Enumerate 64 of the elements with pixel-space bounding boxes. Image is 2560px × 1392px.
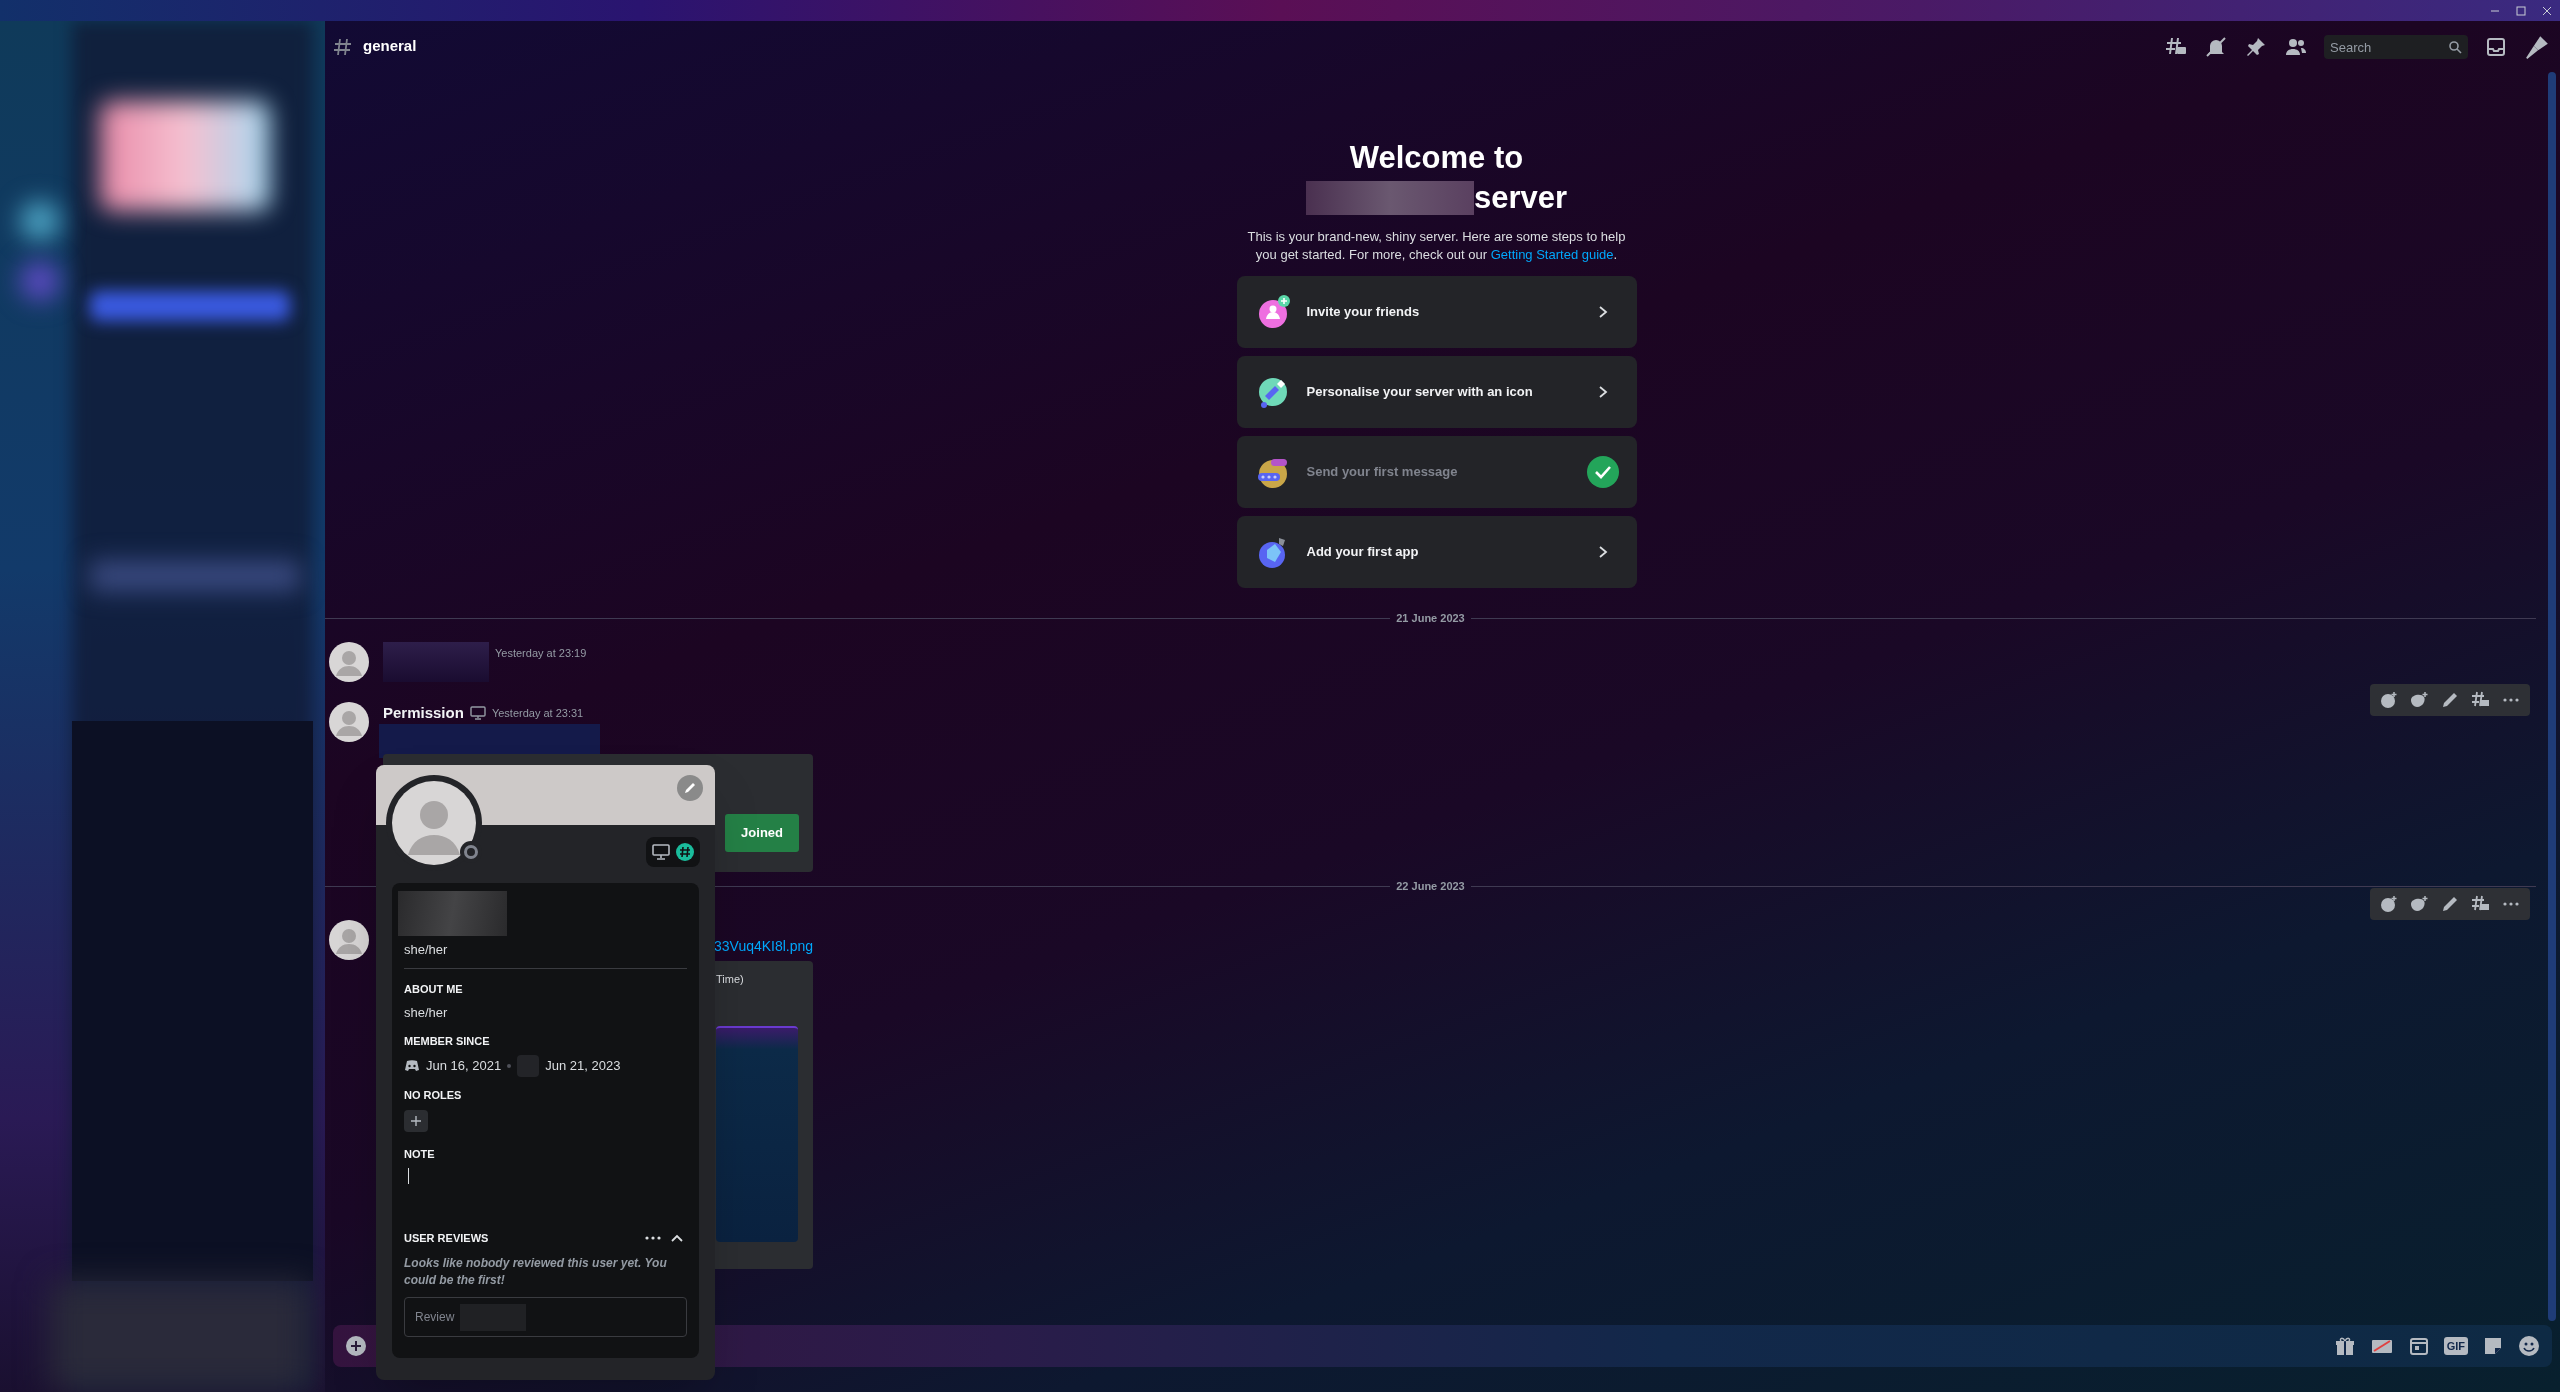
pencil-icon[interactable] (2441, 895, 2459, 913)
controller-icon (404, 1059, 420, 1073)
pencil-icon (684, 782, 696, 794)
add-reaction-icon[interactable] (2379, 895, 2398, 913)
collapse-icon[interactable] (671, 1234, 683, 1243)
joined-button[interactable]: Joined (725, 814, 799, 852)
add-reaction-icon[interactable] (2379, 691, 2398, 709)
plus-icon (411, 1115, 421, 1126)
add-role-button[interactable] (404, 1109, 428, 1132)
checklist-item[interactable]: Invite your friends (1236, 276, 1637, 348)
sticker-icon[interactable] (2482, 1335, 2504, 1357)
desktop-icon (469, 706, 486, 720)
date-divider: 21 June 2023 (1395, 610, 1466, 626)
pencil-icon[interactable] (2441, 691, 2459, 709)
avatar[interactable] (329, 702, 369, 742)
hashtag-badge-icon (676, 843, 694, 861)
member-date: Jun 21, 2023 (545, 1057, 621, 1076)
welcome-title: server (1473, 179, 1568, 217)
timestamp: Yesterday at 23:31 (491, 706, 584, 721)
edit-profile-button[interactable] (677, 775, 703, 801)
scrollbar[interactable] (2548, 72, 2556, 1321)
calendar-icon[interactable] (2407, 1335, 2430, 1357)
section-heading: MEMBER SINCE (404, 1033, 491, 1049)
checklist-item[interactable]: Personalise your server with an icon (1236, 356, 1637, 428)
welcome-description: This is your brand-new, shiny server. Here are some steps to help you get started. For more, check out our Getting Started guide. (1246, 228, 1627, 264)
empty-reviews-text: Looks like nobody reviewed this user yet. You could be the first! (404, 1254, 668, 1289)
review-field[interactable]: Review (404, 1296, 687, 1337)
avatar[interactable] (329, 920, 369, 960)
timestamp: Yesterday at 23:19 (495, 646, 587, 661)
attachment-link[interactable]: 33Vuq4KI8l.png (714, 936, 814, 957)
section-heading: USER REVIEWS (404, 1231, 489, 1246)
welcome-title: Welcome to (1349, 139, 1524, 177)
checklist-item[interactable]: Add your first app (1236, 516, 1637, 588)
search-icon (2448, 39, 2462, 54)
section-heading: NOTE (404, 1146, 436, 1162)
username[interactable]: Permission (383, 701, 464, 725)
pronouns: she/her (404, 941, 449, 959)
checklist-item[interactable]: Send your first message (1236, 436, 1637, 508)
desktop-icon (652, 844, 670, 860)
member-date: Jun 16, 2021 (426, 1057, 502, 1076)
gift-icon[interactable] (2333, 1335, 2356, 1357)
close-icon[interactable] (2542, 5, 2552, 16)
emoji-icon[interactable] (2518, 1335, 2540, 1357)
more-icon[interactable] (645, 1235, 661, 1242)
section-heading: NO ROLES (404, 1088, 463, 1103)
guide-link[interactable]: Getting Started guide (1490, 247, 1614, 262)
add-super-reaction-icon[interactable] (2409, 691, 2430, 709)
gif-button[interactable]: GIF (2443, 1337, 2468, 1355)
channel-name: general (363, 36, 417, 57)
maximize-icon[interactable] (2516, 5, 2526, 16)
thread-icon[interactable] (2470, 895, 2491, 913)
about-text: she/her (404, 1004, 449, 1022)
separator-dot-icon (507, 1064, 512, 1068)
embed-text: Time) (716, 972, 745, 987)
add-icon[interactable] (345, 1335, 367, 1357)
avatar[interactable] (329, 642, 369, 682)
thread-icon[interactable] (2470, 691, 2491, 709)
date-divider: 22 June 2023 (1395, 878, 1466, 894)
add-super-reaction-icon[interactable] (2409, 895, 2430, 913)
hashtag-icon (333, 36, 353, 57)
check-icon (1586, 456, 1619, 488)
section-heading: ABOUT ME (404, 981, 464, 997)
search-field[interactable]: Search (2324, 35, 2468, 59)
muted-bell-icon[interactable] (2204, 34, 2228, 59)
